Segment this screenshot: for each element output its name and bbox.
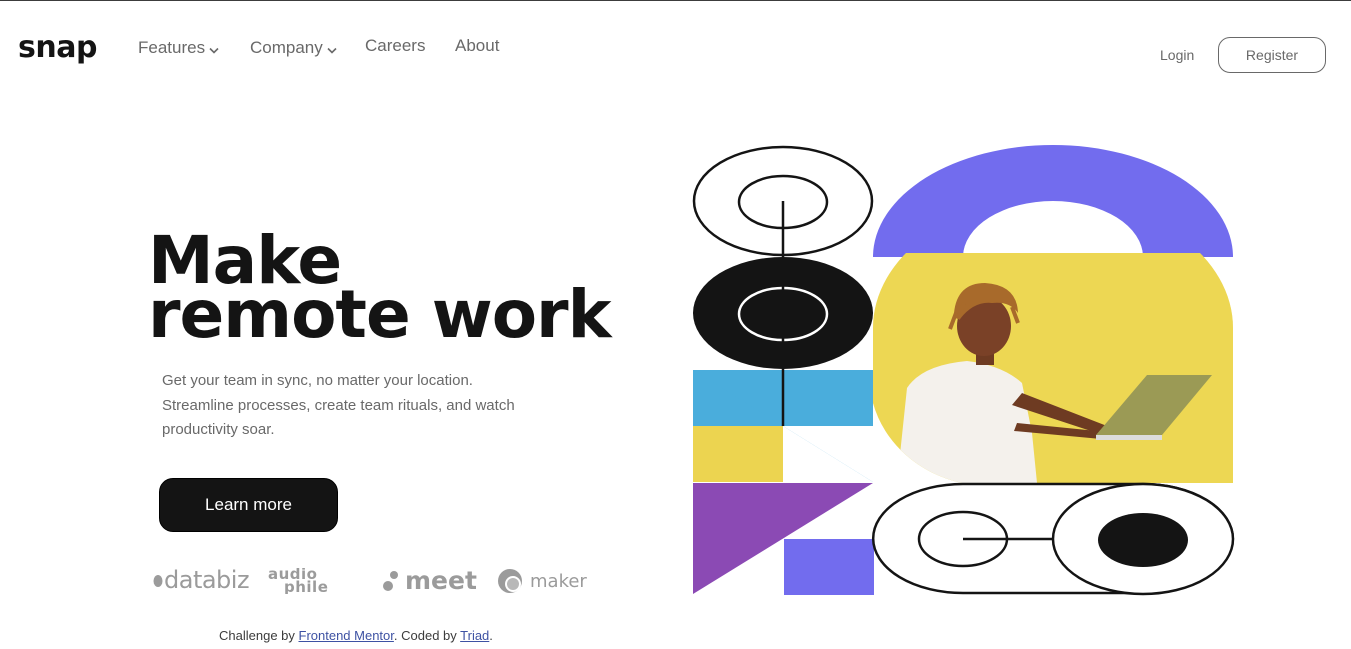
nav-company[interactable]: Company	[250, 36, 337, 59]
learn-more-button[interactable]: Learn more	[159, 478, 338, 532]
meet-wordmark: meet	[405, 566, 477, 595]
databiz-logo: databiz	[152, 566, 250, 594]
frontend-mentor-link[interactable]: Frontend Mentor	[299, 628, 394, 643]
meet-mark-icon	[383, 570, 398, 591]
audiophile-wordmark-icon: audio phile	[268, 565, 328, 596]
chevron-down-icon	[209, 39, 219, 59]
nav-careers[interactable]: Careers	[365, 36, 425, 56]
nav-about-label: About	[455, 36, 500, 55]
attribution: Challenge by Frontend Mentor. Coded by T…	[219, 628, 493, 643]
login-button[interactable]: Login	[1160, 47, 1194, 63]
hero-illustration	[692, 145, 1235, 596]
attribution-prefix: Challenge by	[219, 628, 299, 643]
hero-description: Get your team in sync, no matter your lo…	[162, 372, 515, 438]
nav-features-label: Features	[138, 37, 206, 57]
hero-photo	[873, 253, 1233, 483]
hero-title-line2: remote work	[148, 276, 611, 353]
site-logo[interactable]: snap	[18, 30, 97, 65]
purple-arch-shape	[873, 145, 1233, 257]
nav-careers-label: Careers	[365, 36, 426, 55]
databiz-mark-icon	[153, 575, 163, 587]
nav-about[interactable]: About	[455, 36, 499, 56]
hero-title: Make remote work	[148, 228, 611, 353]
register-button[interactable]: Register	[1218, 37, 1326, 73]
attribution-suffix: .	[489, 628, 493, 643]
bottom-ring-pair	[871, 482, 1235, 596]
yellow-square-shape	[693, 426, 783, 482]
nav-features[interactable]: Features	[138, 36, 219, 59]
maker-mark-icon	[498, 569, 522, 593]
purple-square-shape	[784, 539, 874, 595]
maker-logo: maker	[496, 567, 587, 595]
maker-wordmark: maker	[530, 570, 587, 592]
nav-company-label: Company	[250, 37, 323, 57]
attribution-middle: . Coded by	[393, 628, 461, 643]
triad-link[interactable]: Triad	[460, 628, 489, 643]
svg-text:phile: phile	[284, 578, 328, 594]
meet-logo: meet	[381, 566, 477, 595]
browser-top-border	[0, 0, 1351, 1]
client-logos: databiz audio phile meet maker	[152, 563, 592, 599]
databiz-wordmark: databiz	[164, 566, 250, 594]
audiophile-logo: audio phile	[268, 565, 356, 598]
chevron-down-icon	[327, 39, 337, 59]
